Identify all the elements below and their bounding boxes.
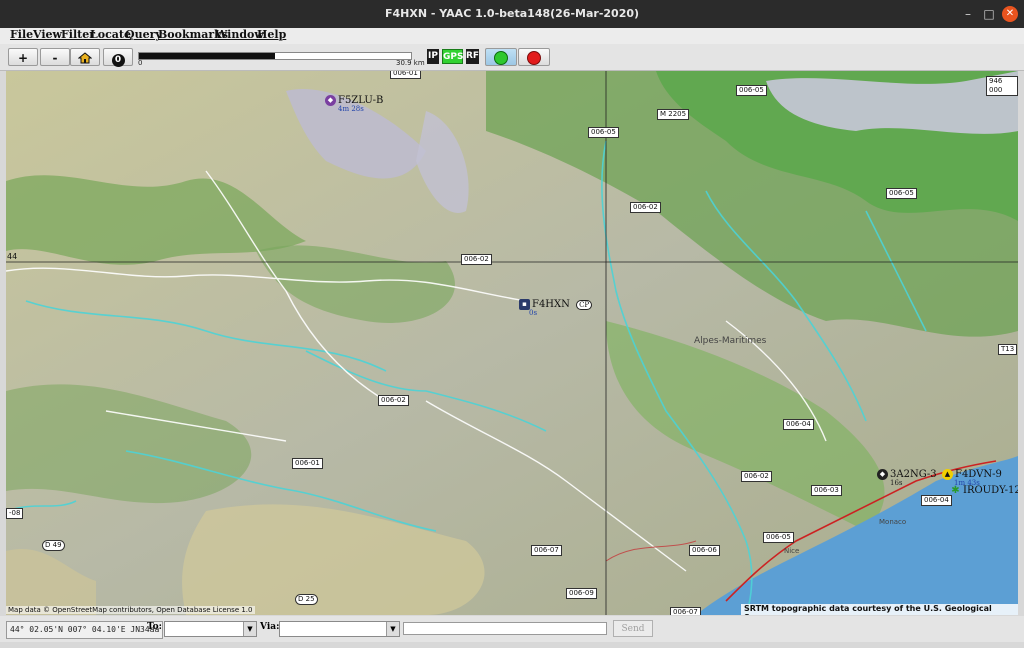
road-label: D 25 bbox=[295, 594, 318, 605]
zoom-out-button[interactable]: - bbox=[40, 48, 70, 66]
via-combobox[interactable]: ▼ bbox=[279, 621, 400, 637]
station-age: 4m 28s bbox=[338, 105, 364, 113]
to-label: To: bbox=[147, 622, 162, 632]
scale-bar-fill bbox=[139, 53, 275, 59]
chevron-down-icon[interactable]: ▼ bbox=[386, 622, 399, 636]
map-view[interactable]: 44 006-01 006-05 M 2205 006-05 946 000 0… bbox=[6, 71, 1018, 615]
via-label: Via: bbox=[260, 622, 280, 632]
road-label: 006-07 bbox=[531, 545, 562, 556]
rf-toggle[interactable]: RF bbox=[466, 49, 479, 64]
city-label: Monaco bbox=[879, 518, 907, 526]
road-label: 006-04 bbox=[921, 495, 952, 506]
message-input[interactable] bbox=[403, 622, 607, 635]
osm-attribution: Map data © OpenStreetMap contributors, O… bbox=[6, 606, 255, 614]
road-label: T13 bbox=[998, 344, 1018, 355]
station-marker[interactable]: ▪ F4HXN CP 0s bbox=[519, 299, 593, 317]
scale-bar bbox=[138, 52, 412, 60]
info-button[interactable]: 0 bbox=[103, 48, 133, 67]
road-label: 006-05 bbox=[588, 127, 619, 138]
scale-max-label: 30.9 km bbox=[396, 59, 425, 67]
close-button[interactable]: ✕ bbox=[1002, 6, 1018, 22]
stop-icon bbox=[527, 51, 541, 65]
triangle-icon: ▲ bbox=[942, 469, 953, 480]
menu-file[interactable]: File bbox=[10, 28, 33, 41]
station-call: IROUDY-12 bbox=[963, 485, 1018, 496]
window-titlebar: F4HXN - YAAC 1.0-beta148(26-Mar-2020) – … bbox=[0, 0, 1024, 28]
send-button[interactable]: Send bbox=[613, 620, 653, 637]
ip-toggle[interactable]: IP bbox=[427, 49, 439, 64]
maximize-button[interactable]: □ bbox=[981, 6, 997, 22]
srtm-attribution: SRTM topographic data courtesy of the U.… bbox=[741, 604, 1018, 615]
road-label: 006-02 bbox=[741, 471, 772, 482]
road-label: 006-02 bbox=[461, 254, 492, 265]
road-label: 006-07 bbox=[670, 607, 701, 615]
city-label: Nice bbox=[784, 547, 800, 555]
road-label: 006-09 bbox=[566, 588, 597, 599]
cursor-coordinates: 44° 02.05'N 007° 04.10'E JN34aa bbox=[6, 621, 164, 639]
grid-latitude-label: 44 bbox=[7, 252, 18, 261]
stop-button[interactable] bbox=[518, 48, 550, 66]
station-call: F4HXN bbox=[532, 299, 570, 310]
station-marker[interactable]: ◆ F5ZLU-B 4m 28s bbox=[325, 95, 383, 113]
menu-query[interactable]: Query bbox=[125, 28, 162, 41]
road-label: 006-06 bbox=[689, 545, 720, 556]
station-age: 16s bbox=[890, 479, 903, 487]
minimize-button[interactable]: – bbox=[960, 6, 976, 22]
road-label: D 49 bbox=[42, 540, 65, 551]
diamond-icon: ◆ bbox=[877, 469, 888, 480]
road-label: -08 bbox=[6, 508, 24, 519]
zero-icon: 0 bbox=[111, 54, 125, 67]
station-age: 0s bbox=[529, 309, 538, 317]
road-label: 006-01 bbox=[292, 458, 323, 469]
beacon-button[interactable] bbox=[485, 48, 517, 66]
road-label: 006-01 bbox=[390, 71, 421, 79]
zoom-in-button[interactable]: + bbox=[8, 48, 38, 66]
window-title: F4HXN - YAAC 1.0-beta148(26-Mar-2020) bbox=[384, 7, 640, 20]
menu-bar: File View Filter Locate Query Bookmarks … bbox=[0, 28, 1024, 44]
menu-view[interactable]: View bbox=[33, 28, 62, 41]
diamond-icon: ◆ bbox=[325, 95, 336, 106]
chevron-down-icon[interactable]: ▼ bbox=[243, 622, 256, 636]
road-label: 006-05 bbox=[886, 188, 917, 199]
road-label: 006-05 bbox=[736, 85, 767, 96]
road-label: 006-02 bbox=[378, 395, 409, 406]
region-label: Alpes-Maritimes bbox=[694, 336, 767, 346]
gps-toggle[interactable]: GPS bbox=[442, 49, 463, 64]
home-button[interactable] bbox=[70, 48, 100, 66]
to-combobox[interactable]: ▼ bbox=[164, 621, 257, 637]
map-terrain bbox=[6, 71, 1018, 615]
road-label: 006-02 bbox=[630, 202, 661, 213]
road-label: 006-03 bbox=[811, 485, 842, 496]
green-light-icon bbox=[494, 51, 508, 65]
station-marker[interactable]: ▲ F4DVN-9 1m 43s bbox=[942, 469, 1002, 487]
home-icon bbox=[77, 52, 93, 64]
road-label: 006-04 bbox=[783, 419, 814, 430]
station-marker[interactable]: ✱ IROUDY-12 bbox=[950, 485, 1018, 496]
station-marker[interactable]: ◆ 3A2NG-3 16s bbox=[877, 469, 937, 487]
station-cp-badge: CP bbox=[576, 300, 593, 310]
star-icon: ✱ bbox=[951, 485, 960, 496]
scale-min-label: 0 bbox=[138, 59, 143, 67]
menu-help[interactable]: Help bbox=[257, 28, 286, 41]
road-label: M 2205 bbox=[657, 109, 690, 120]
road-label: 006-05 bbox=[763, 532, 794, 543]
road-label: 946 000 bbox=[986, 76, 1018, 96]
